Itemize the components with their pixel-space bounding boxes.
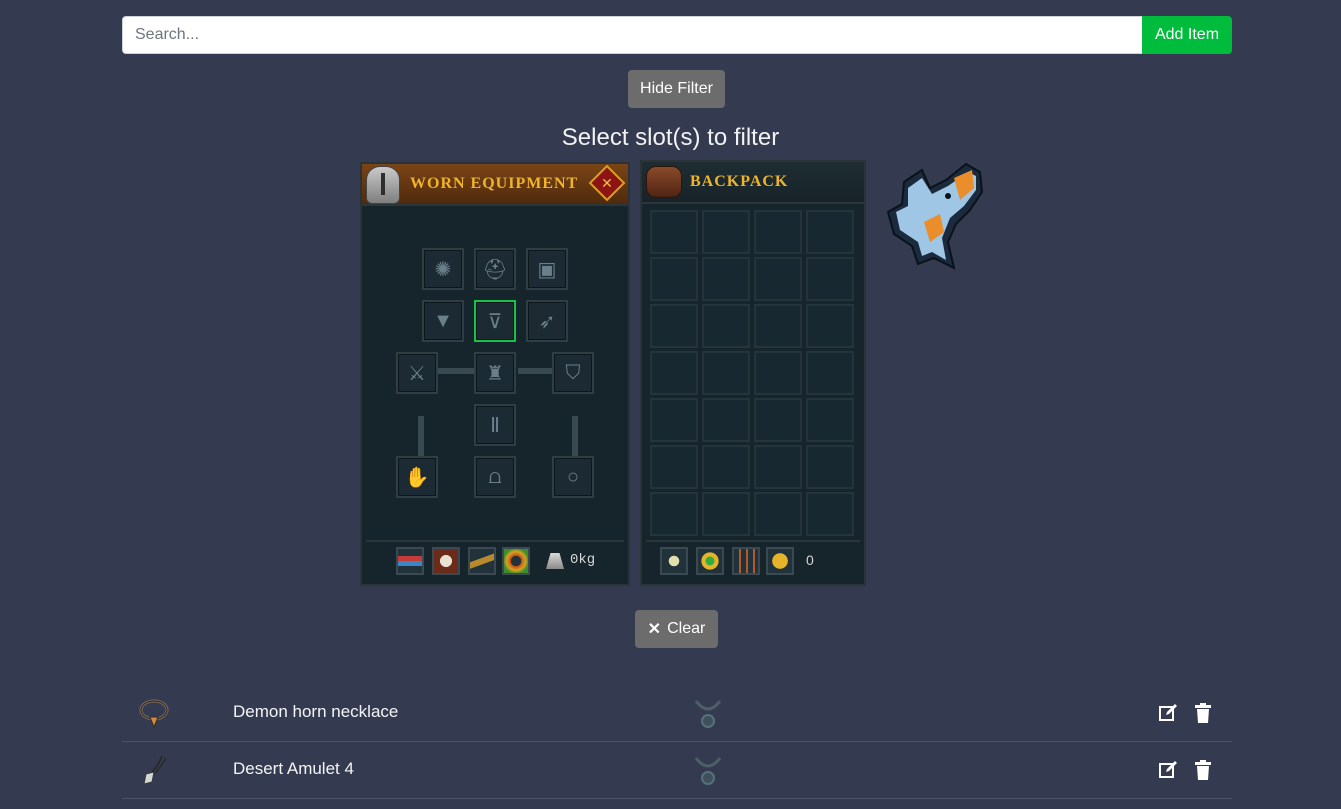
edit-icon[interactable] [1158, 760, 1178, 780]
backpack-slot[interactable] [702, 210, 750, 254]
item-name: Desert Amulet 4 [233, 759, 354, 778]
skull-icon[interactable] [432, 547, 460, 575]
backpack-slot[interactable] [754, 210, 802, 254]
backpack-slot[interactable] [806, 445, 854, 489]
backpack-slot[interactable] [754, 304, 802, 348]
hide-filter-button[interactable]: Hide Filter [628, 70, 725, 108]
slot-legs[interactable]: Ⅱ [474, 404, 516, 446]
slot-neck[interactable]: ⊽ [474, 300, 516, 342]
slot-ring[interactable]: ○ [552, 456, 594, 498]
backpack-slot[interactable] [806, 257, 854, 301]
backpack-slot[interactable] [806, 210, 854, 254]
backpack-slot[interactable] [650, 257, 698, 301]
wreath-icon[interactable] [502, 547, 530, 575]
wolf-logo [886, 162, 984, 270]
gem-icon[interactable] [696, 547, 724, 575]
backpack-slot[interactable] [650, 445, 698, 489]
backpack-slot[interactable] [754, 257, 802, 301]
backpack-slot[interactable] [754, 351, 802, 395]
backpack-slot[interactable] [806, 492, 854, 536]
backpack-slot[interactable] [754, 398, 802, 442]
backpack-slot[interactable] [650, 492, 698, 536]
slot-feet[interactable]: ⩍ [474, 456, 516, 498]
abacus-icon[interactable] [732, 547, 760, 575]
weight-value: 0kg [570, 552, 596, 568]
backpack-slot[interactable] [702, 492, 750, 536]
helmet-icon [366, 166, 400, 204]
slot-hands[interactable]: ✋ [396, 456, 438, 498]
coins-icon[interactable] [766, 547, 794, 575]
worn-equipment-panel: WORN EQUIPMENT ✕ ✺ ⛑ ▣ ▼ ⊽ ➶ ⚔ ♜ ⛉ Ⅱ ✋ ⩍… [360, 162, 630, 586]
search-input[interactable] [122, 16, 1142, 54]
slot-cape[interactable]: ▼ [422, 300, 464, 342]
backpack-slot[interactable] [754, 445, 802, 489]
backpack-header: BACKPACK [642, 162, 864, 204]
add-item-button[interactable]: Add Item [1142, 16, 1232, 54]
close-icon: ✕ [647, 621, 662, 638]
table-row: Demon horn necklace [122, 685, 1232, 742]
clear-label: Clear [667, 620, 706, 637]
backpack-slot[interactable] [650, 351, 698, 395]
slot-connector [518, 368, 554, 374]
clear-button[interactable]: ✕ Clear [635, 610, 718, 648]
weapon-icon[interactable] [468, 547, 496, 575]
neck-slot-icon [694, 700, 722, 728]
slot-head[interactable]: ⛑ [474, 248, 516, 290]
slot-ammo[interactable]: ➶ [526, 300, 568, 342]
backpack-slot[interactable] [650, 210, 698, 254]
stats-icon[interactable] [396, 547, 424, 575]
search-bar: Add Item [122, 16, 1232, 54]
backpack-slot[interactable] [702, 304, 750, 348]
item-name: Demon horn necklace [233, 702, 399, 721]
backpack-slot[interactable] [806, 398, 854, 442]
slot-pocket[interactable]: ▣ [526, 248, 568, 290]
backpack-slot[interactable] [650, 398, 698, 442]
slot-aura[interactable]: ✺ [422, 248, 464, 290]
close-icon[interactable]: ✕ [588, 164, 626, 202]
demon-horn-necklace-icon [139, 699, 169, 729]
slot-body[interactable]: ♜ [474, 352, 516, 394]
backpack-panel: BACKPACK 0 [640, 160, 866, 586]
table-row: Desert Amulet 4 [122, 742, 1232, 799]
weight-icon [542, 547, 570, 575]
backpack-toolbar: 0 [646, 540, 860, 580]
slot-connector [438, 368, 474, 374]
backpack-slot[interactable] [702, 445, 750, 489]
backpack-slot[interactable] [650, 304, 698, 348]
coins-value: 0 [806, 552, 814, 568]
backpack-title: BACKPACK [690, 173, 789, 190]
backpack-icon [646, 166, 682, 198]
trash-icon[interactable] [1194, 703, 1212, 723]
worn-equipment-header: WORN EQUIPMENT ✕ [362, 164, 628, 206]
edit-icon[interactable] [1158, 703, 1178, 723]
backpack-slot[interactable] [806, 304, 854, 348]
worn-equipment-title: WORN EQUIPMENT [410, 175, 579, 192]
backpack-slot[interactable] [702, 398, 750, 442]
slot-weapon[interactable]: ⚔ [396, 352, 438, 394]
neck-slot-icon [694, 757, 722, 785]
backpack-slot[interactable] [702, 257, 750, 301]
trash-icon[interactable] [1194, 760, 1212, 780]
slot-shield[interactable]: ⛉ [552, 352, 594, 394]
backpack-slot[interactable] [702, 351, 750, 395]
lightbulb-icon[interactable] [660, 547, 688, 575]
backpack-slot[interactable] [754, 492, 802, 536]
desert-amulet-icon [143, 755, 167, 785]
worn-equipment-toolbar: 0kg [366, 540, 624, 580]
filter-title: Select slot(s) to filter [561, 124, 780, 151]
backpack-slot[interactable] [806, 351, 854, 395]
